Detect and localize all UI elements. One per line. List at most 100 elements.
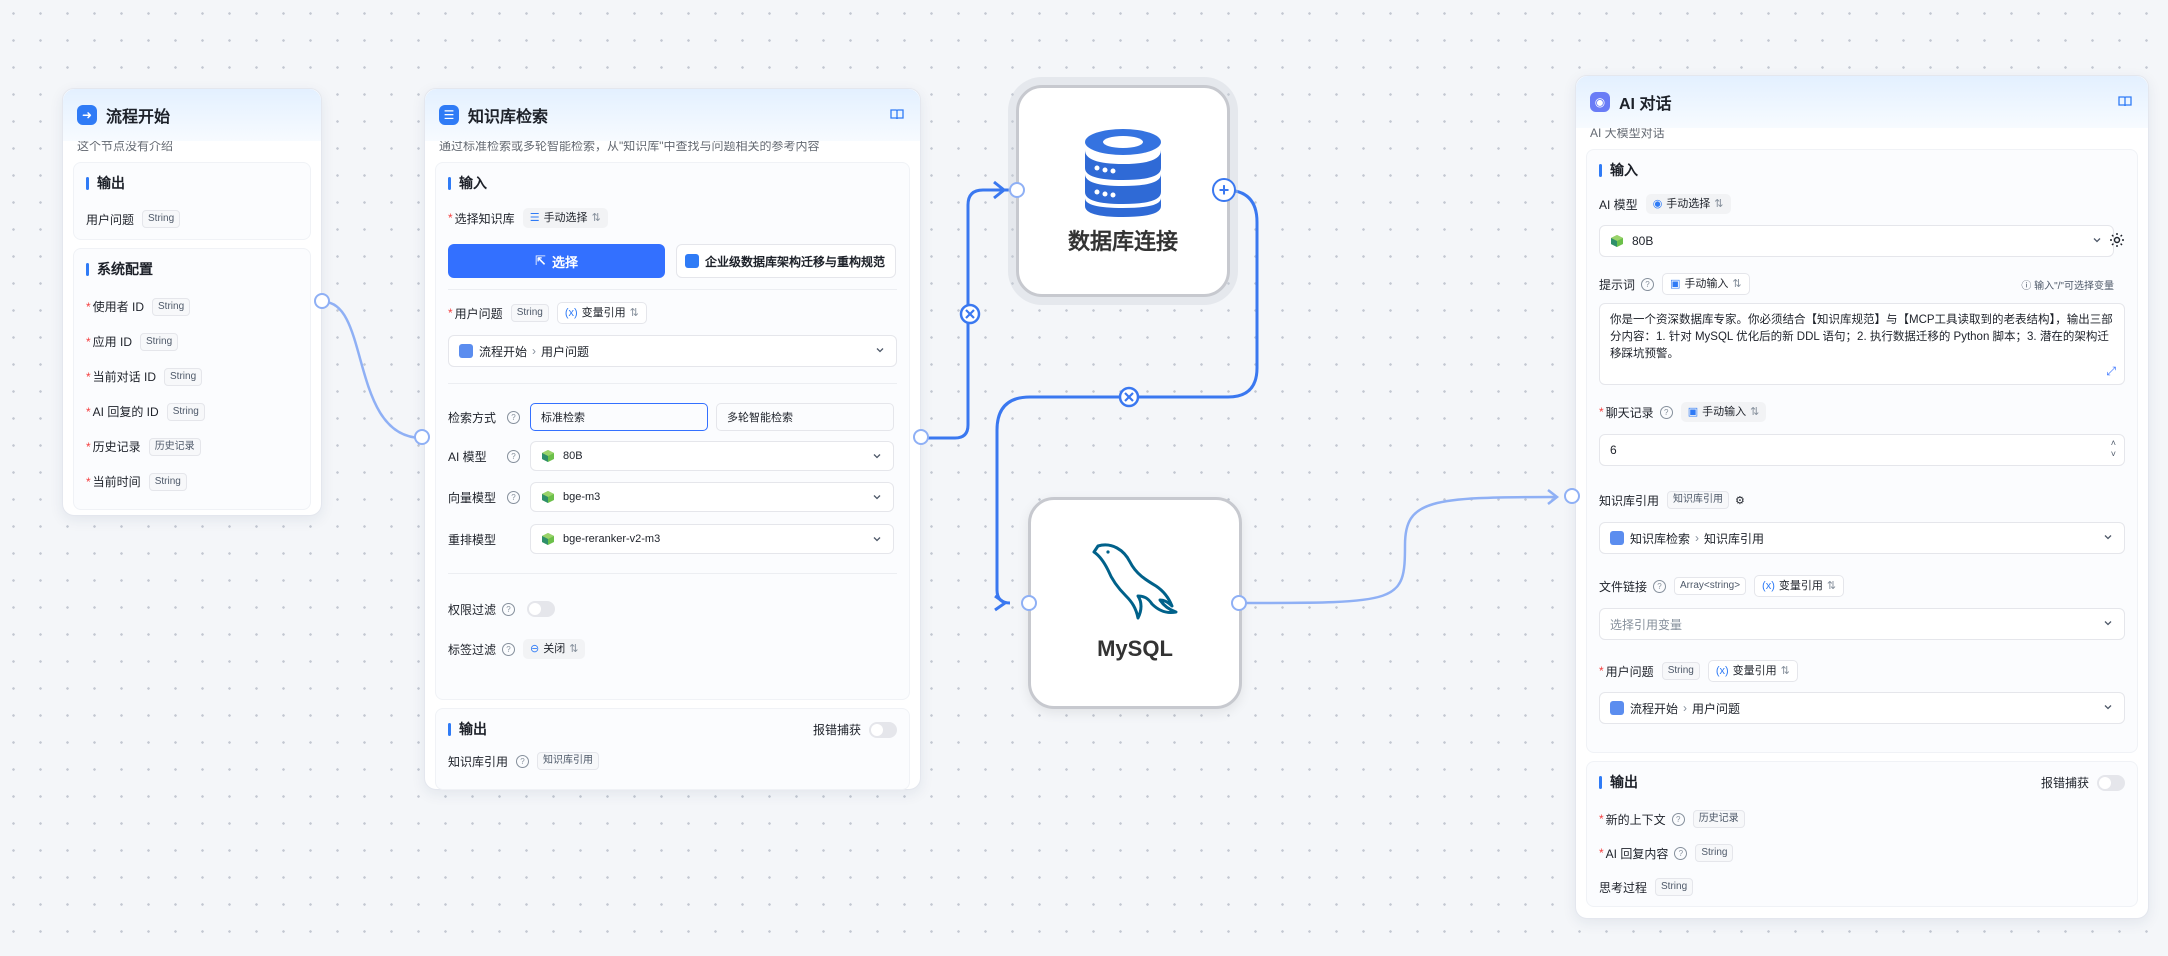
- section-title: 系统配置: [86, 259, 298, 279]
- field-label: 用户问题: [1605, 664, 1654, 679]
- database-icon: ☰: [529, 212, 540, 224]
- node-header[interactable]: ➜ 流程开始: [63, 89, 321, 141]
- chevron-down-icon: [2093, 238, 2101, 243]
- mysql-output-handle[interactable]: [1231, 595, 1247, 611]
- help-icon: ?: [507, 410, 520, 424]
- chevron-down-icon: [2104, 535, 2112, 540]
- prompt-textarea[interactable]: 你是一个资深数据库专家。你必须结合【知识库规范】与【MCP工具读取到的老表结构】…: [1599, 303, 2125, 385]
- type-badge: 知识库引用: [1667, 491, 1730, 509]
- kb-input-handle[interactable]: [414, 429, 430, 445]
- search-multi-option[interactable]: 多轮智能检索: [716, 403, 894, 431]
- type-badge: String: [166, 402, 205, 421]
- rerank-model-select[interactable]: bge-reranker-v2-m3: [530, 524, 894, 554]
- help-icon: ?: [502, 602, 516, 616]
- card-label: 数据库连接: [1067, 229, 1178, 254]
- node-title: 流程开始: [106, 109, 171, 126]
- tag-filter-select[interactable]: ⊖ 关闭 ⇅: [523, 639, 586, 659]
- prompt-row: 提示词? ▣ 手动输入 ⇅ ⓘ 输入"/"可选择变量: [1599, 268, 2114, 300]
- catch-error-toggle[interactable]: [869, 721, 897, 738]
- field-label: AI 模型: [448, 449, 487, 464]
- card-label: MySQL: [1097, 636, 1173, 661]
- field-label: 使用者 ID: [92, 300, 145, 314]
- field-label: 用户问题: [86, 212, 135, 227]
- search-standard-option[interactable]: 标准检索: [530, 403, 708, 431]
- output-field: 知识库引用? 知识库引用: [448, 749, 897, 773]
- start-output-handle[interactable]: [314, 293, 330, 309]
- output-section: 输出 报错捕获 * 新的上下文? 历史记录 * AI 回复内容? String 思考过程…: [1586, 761, 2138, 907]
- delete-edge-icon[interactable]: [959, 303, 981, 325]
- node-title: AI 对话: [1619, 96, 1672, 113]
- help-icon: ?: [1674, 846, 1688, 860]
- file-link-select[interactable]: 选择引用变量: [1599, 608, 2125, 640]
- kbref-select[interactable]: 知识库检索 › 知识库引用: [1599, 522, 2125, 554]
- model-cube-icon: [1611, 235, 1623, 247]
- select-kb-button[interactable]: ⇱ 选择: [448, 244, 665, 278]
- database-connection-node[interactable]: 数据库连接: [1016, 85, 1230, 297]
- mode-select[interactable]: ▣ 手动输入 ⇅: [1680, 402, 1767, 422]
- catch-error: 报错捕获: [2041, 774, 2125, 791]
- db-input-handle[interactable]: [1009, 182, 1025, 198]
- section-title: 输入: [1599, 160, 2125, 180]
- mysql-input-handle[interactable]: [1021, 595, 1037, 611]
- book-icon[interactable]: [2118, 96, 2132, 107]
- add-connection-icon[interactable]: +: [1212, 178, 1236, 202]
- mode-select[interactable]: (x) 变量引用 ⇅: [1754, 575, 1845, 597]
- node-knowledge-search[interactable]: ☰ 知识库检索 通过标准检索或多轮智能检索，从"知识库"中查找与问题相关的参考内…: [424, 88, 921, 790]
- help-icon: ?: [1653, 579, 1667, 593]
- chevron-down-icon: [873, 537, 881, 542]
- node-workflow-start[interactable]: ➜ 流程开始 这个节点没有介绍 输出 用户问题 String 系统配置 * 使用者…: [62, 88, 322, 516]
- kb-output-handle[interactable]: [913, 429, 929, 445]
- mode-select[interactable]: (x) 变量引用 ⇅: [556, 302, 647, 324]
- catch-error-toggle[interactable]: [2097, 774, 2125, 791]
- edge-start-to-kb[interactable]: [323, 300, 423, 440]
- mode-select[interactable]: ◉ 手动选择 ⇅: [1645, 194, 1731, 214]
- expand-icon[interactable]: ⤢: [2106, 363, 2116, 380]
- type-badge: String: [164, 367, 203, 386]
- settings-icon[interactable]: ⚙: [1735, 494, 1745, 507]
- ai-model-select[interactable]: 80B: [1599, 225, 2114, 257]
- mode-select[interactable]: ☰ 手动选择 ⇅: [522, 208, 608, 228]
- ai-input-handle[interactable]: [1564, 488, 1580, 504]
- ai-model-select[interactable]: 80B: [530, 441, 894, 471]
- node-header[interactable]: ◉ AI 对话: [1576, 76, 2148, 128]
- prompt-hint: ⓘ 输入"/"可选择变量: [2021, 280, 2114, 292]
- sys-field: * AI 回复的 ID String: [86, 394, 298, 429]
- help-icon: ?: [1659, 405, 1673, 419]
- type-badge: String: [510, 304, 549, 322]
- variable-icon: (x): [564, 307, 578, 319]
- type-badge: String: [140, 332, 179, 351]
- output-section: 输出 报错捕获 知识库引用? 知识库引用: [435, 708, 910, 790]
- node-header[interactable]: ☰ 知识库检索: [425, 89, 920, 141]
- history-number-input[interactable]: 6 ˄ ˅: [1599, 434, 2125, 466]
- book-icon[interactable]: [890, 109, 904, 120]
- vector-model-select[interactable]: bge-m3: [530, 482, 894, 512]
- question-ref-select[interactable]: 流程开始 › 用户问题: [448, 335, 897, 367]
- search-mode-row: 检索方式? 标准检索 多轮智能检索: [448, 401, 908, 433]
- field-label: 提示词: [1599, 277, 1636, 292]
- chevron-down-icon: [2104, 621, 2112, 626]
- help-icon: ?: [1671, 812, 1685, 826]
- perm-filter-toggle[interactable]: [527, 601, 556, 617]
- keyboard-icon: ▣: [1687, 406, 1699, 418]
- edge-mysql-to-ai[interactable]: [1239, 495, 1556, 605]
- vector-model-row: 向量模型? bge-m3: [448, 481, 908, 513]
- question-row: * 用户问题 String (x) 变量引用 ⇅: [1599, 655, 1798, 687]
- model-cube-icon: [542, 533, 554, 545]
- play-icon: ➜: [77, 105, 97, 125]
- stepper-icon[interactable]: ˄ ˅: [2111, 438, 2116, 460]
- gear-icon[interactable]: [2109, 232, 2125, 248]
- output-field: 用户问题 String: [86, 203, 298, 235]
- question-ref-select[interactable]: 流程开始 › 用户问题: [1599, 692, 2125, 724]
- field-label: 用户问题: [454, 306, 503, 321]
- node-ai-chat[interactable]: ◉ AI 对话 AI 大模型对话 输入 AI 模型 ◉ 手动选择 ⇅ 80B 提示词…: [1575, 75, 2149, 919]
- type-badge: String: [1655, 878, 1694, 896]
- mode-select[interactable]: (x) 变量引用 ⇅: [1707, 660, 1798, 682]
- delete-edge-icon[interactable]: [1118, 386, 1140, 408]
- selected-kb-chip[interactable]: 企业级数据库架构迁移与重构规范: [676, 244, 896, 278]
- type-badge: Array<string>: [1674, 577, 1747, 595]
- variable-icon: (x): [1715, 665, 1729, 677]
- minus-circle-icon: ⊖: [530, 643, 540, 655]
- field-label: AI 模型: [1599, 197, 1638, 212]
- mode-select[interactable]: ▣ 手动输入 ⇅: [1662, 273, 1750, 295]
- mysql-node[interactable]: MySQL: [1028, 497, 1242, 709]
